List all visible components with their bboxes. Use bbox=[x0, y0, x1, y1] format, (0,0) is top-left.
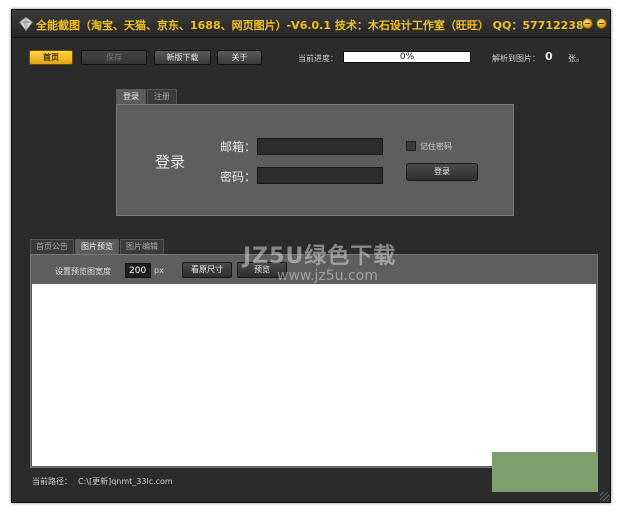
resize-grip[interactable] bbox=[600, 492, 609, 501]
window-title: 全能截图（淘宝、天猫、京东、1688、网页图片）-V6.0.1 技术：木石设计工… bbox=[36, 19, 592, 32]
parsed-images-label: 解析到图片： bbox=[492, 54, 540, 63]
tab-image-edit[interactable]: 图片编辑 bbox=[120, 239, 164, 254]
save-button[interactable]: 保存 bbox=[81, 50, 147, 65]
remember-password-label: 记住密码 bbox=[420, 142, 452, 151]
password-field[interactable] bbox=[257, 167, 383, 184]
preview-width-input[interactable] bbox=[125, 263, 151, 278]
tab-login[interactable]: 登录 bbox=[116, 89, 146, 104]
close-button[interactable] bbox=[596, 18, 607, 29]
email-label: 邮箱： bbox=[220, 140, 257, 154]
progress-value: 0% bbox=[399, 52, 415, 62]
login-panel: 登录 邮箱： 密码： 记住密码 登录 bbox=[116, 104, 514, 216]
progress-bar: 0% bbox=[343, 51, 471, 63]
original-size-button[interactable]: 看原尺寸 bbox=[182, 262, 232, 278]
login-heading: 登录 bbox=[155, 153, 186, 171]
home-button[interactable]: 首页 bbox=[29, 50, 73, 65]
tab-image-preview[interactable]: 图片预览 bbox=[75, 239, 119, 254]
parsed-images-unit: 张。 bbox=[568, 54, 584, 63]
toolbar: 首页 保存 新版下载 关于 当前进度： 0% 解析到图片： 0 张。 bbox=[12, 39, 610, 75]
tab-register[interactable]: 注册 bbox=[147, 89, 177, 104]
remember-password-checkbox[interactable] bbox=[406, 141, 416, 151]
diamond-icon bbox=[18, 16, 34, 32]
px-unit-label: px bbox=[154, 266, 164, 275]
title-bar[interactable]: 全能截图（淘宝、天猫、京东、1688、网页图片）-V6.0.1 技术：木石设计工… bbox=[12, 10, 610, 38]
image-preview-area[interactable] bbox=[32, 284, 596, 466]
current-path-label: 当前路径： bbox=[32, 477, 72, 486]
watermark-text: JZ5U绿色下载 bbox=[243, 244, 397, 269]
new-download-button[interactable]: 新版下载 bbox=[154, 50, 211, 65]
tab-announcement[interactable]: 首页公告 bbox=[30, 239, 74, 254]
password-label: 密码： bbox=[220, 170, 257, 184]
email-field[interactable] bbox=[257, 138, 383, 155]
preview-width-label: 设置预览图宽度 bbox=[55, 267, 111, 276]
parsed-images-count: 0 bbox=[545, 50, 553, 63]
main-window: 全能截图（淘宝、天猫、京东、1688、网页图片）-V6.0.1 技术：木石设计工… bbox=[11, 9, 611, 503]
progress-label: 当前进度： bbox=[298, 54, 338, 63]
watermark-url: www.jz5u.com bbox=[277, 268, 378, 284]
minimize-button[interactable] bbox=[582, 18, 593, 29]
preview-panel: 设置预览图宽度 px 看原尺寸 预览 bbox=[30, 254, 598, 468]
about-button[interactable]: 关于 bbox=[217, 50, 262, 65]
green-overlay-block bbox=[492, 452, 598, 492]
current-path-value: C:\[更新]qnmt_33lc.com bbox=[78, 477, 173, 486]
login-button[interactable]: 登录 bbox=[406, 163, 478, 181]
